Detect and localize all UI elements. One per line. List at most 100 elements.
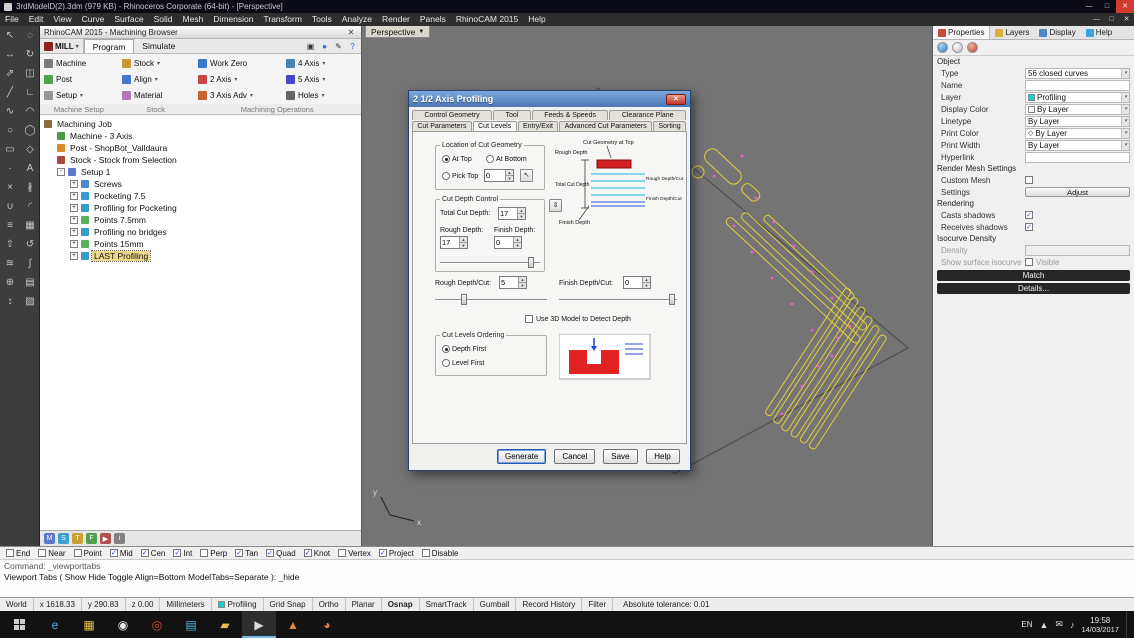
checkbox[interactable] xyxy=(338,549,347,557)
depth-first-radio[interactable]: Depth First xyxy=(442,345,486,353)
simulate-icon[interactable]: ▶ xyxy=(100,533,111,544)
minimize-button[interactable]: — xyxy=(1080,0,1098,13)
tree-item[interactable]: + Profiling for Pocketing xyxy=(40,202,361,214)
type-dropdown[interactable]: 56 closed curves ▾ xyxy=(1025,67,1130,79)
visible-checkbox[interactable] xyxy=(1025,258,1033,266)
ribbon-button[interactable]: 2 Axis ▾ xyxy=(196,74,284,84)
status-toggle[interactable]: Record History xyxy=(516,598,583,611)
child-close-button[interactable]: ✕ xyxy=(1119,13,1134,26)
status-toggle[interactable]: Ortho xyxy=(313,598,346,611)
cancel-button[interactable]: Cancel xyxy=(554,448,596,464)
current-layer[interactable]: Profiling xyxy=(212,598,264,611)
osnap-toggle[interactable]: Perp xyxy=(200,549,227,558)
media-player-icon[interactable]: ▶ xyxy=(242,611,276,638)
volume-icon[interactable]: ♪ xyxy=(1070,620,1075,630)
array-tool-icon[interactable]: ▦ xyxy=(20,216,40,235)
tree-expander[interactable]: + xyxy=(70,252,78,260)
ellipse-tool-icon[interactable]: ◯ xyxy=(20,121,40,140)
tree-item[interactable]: + Points 15mm xyxy=(40,238,361,250)
dimension-tool-icon[interactable]: ↕ xyxy=(0,292,20,311)
extrude-tool-icon[interactable]: ⇧ xyxy=(0,235,20,254)
menu-item[interactable]: RhinoCAM 2015 xyxy=(451,13,523,26)
custom-mesh-checkbox[interactable] xyxy=(1025,176,1033,184)
checkbox[interactable]: ✓ xyxy=(173,549,182,557)
dialog-tab[interactable]: Clearance Plane xyxy=(609,110,686,120)
total-depth-input[interactable] xyxy=(499,208,517,219)
menu-item[interactable]: Edit xyxy=(24,13,49,26)
menu-item[interactable]: Curve xyxy=(77,13,110,26)
polygon-tool-icon[interactable]: ◇ xyxy=(20,140,40,159)
rough-depth-input[interactable] xyxy=(441,237,459,248)
receives-shadows-checkbox[interactable]: ✓ xyxy=(1025,223,1033,231)
rotate-tool-icon[interactable]: ↻ xyxy=(20,45,40,64)
tree-item[interactable]: Machining Job xyxy=(40,118,361,130)
trim-tool-icon[interactable]: × xyxy=(0,178,20,197)
browser-tab[interactable]: Program xyxy=(83,39,135,53)
toolpath-visibility-icon[interactable]: T xyxy=(72,533,83,544)
circle-tool-icon[interactable]: ○ xyxy=(0,121,20,140)
ribbon-button[interactable]: Material xyxy=(120,90,196,100)
opera-icon[interactable]: ◎ xyxy=(140,611,174,638)
menu-item[interactable]: Mesh xyxy=(178,13,209,26)
tree-item[interactable]: - Setup 1 xyxy=(40,166,361,178)
spinner[interactable]: ▲ ▼ xyxy=(459,237,467,248)
panel-tab[interactable]: Properties xyxy=(933,26,991,39)
layer-dropdown[interactable]: Profiling ▾ xyxy=(1025,91,1130,103)
osnap-toggle[interactable]: ✓ Int xyxy=(173,549,192,558)
info-icon[interactable]: i xyxy=(114,533,125,544)
fillet-tool-icon[interactable]: ◜ xyxy=(20,197,40,216)
level-first-radio[interactable]: Level First xyxy=(442,359,484,367)
details-button[interactable]: Details... xyxy=(937,283,1130,294)
dialog-tab[interactable]: Sorting xyxy=(653,121,687,131)
tree-expander[interactable]: + xyxy=(70,204,78,212)
split-tool-icon[interactable]: ∦ xyxy=(20,178,40,197)
revolve-tool-icon[interactable]: ↺ xyxy=(20,235,40,254)
tree-expander[interactable]: + xyxy=(70,240,78,248)
mill-module-button[interactable]: MILL ▾ xyxy=(40,39,84,53)
show-desktop-button[interactable] xyxy=(1126,611,1130,638)
close-icon[interactable]: ✕ xyxy=(666,93,686,105)
fixture-visibility-icon[interactable]: F xyxy=(86,533,97,544)
checkbox[interactable]: ✓ xyxy=(266,549,275,557)
ribbon-button[interactable]: 4 Axis ▾ xyxy=(284,58,364,68)
ribbon-button[interactable]: Align ▾ xyxy=(120,74,196,84)
language-indicator[interactable]: EN xyxy=(1021,620,1032,629)
text-tool-icon[interactable]: A xyxy=(20,159,40,178)
menu-item[interactable]: Dimension xyxy=(208,13,258,26)
spinner[interactable]: ▲ ▼ xyxy=(518,277,526,288)
status-toggle[interactable]: Osnap xyxy=(382,598,420,611)
status-toggle[interactable]: SmartTrack xyxy=(420,598,474,611)
finish-depth-input[interactable] xyxy=(495,237,513,248)
checkbox[interactable] xyxy=(6,549,14,557)
rectangle-tool-icon[interactable]: ▭ xyxy=(0,140,20,159)
tree-item[interactable]: Stock - Stock from Selection xyxy=(40,154,361,166)
menu-item[interactable]: Render xyxy=(377,13,415,26)
child-minimize-button[interactable]: — xyxy=(1089,13,1104,26)
osnap-toggle[interactable]: End xyxy=(6,549,30,558)
select-tool-icon[interactable]: ↖ xyxy=(0,26,20,45)
checkbox[interactable] xyxy=(200,549,209,557)
preferences-icon[interactable]: ✎ xyxy=(333,41,344,52)
pick-top-button[interactable]: ↖ xyxy=(520,169,533,182)
tree-item[interactable]: Machine - 3 Axis xyxy=(40,130,361,142)
status-toggle[interactable]: Gumball xyxy=(474,598,517,611)
status-toggle[interactable]: Filter xyxy=(582,598,614,611)
boolean-tool-icon[interactable]: ⊕ xyxy=(0,273,20,292)
polyline-tool-icon[interactable]: ∟ xyxy=(20,83,40,102)
browser-tab[interactable]: Simulate xyxy=(134,39,183,53)
close-button[interactable]: ✕ xyxy=(1116,0,1134,13)
menu-item[interactable]: Tools xyxy=(307,13,337,26)
menu-item[interactable]: Surface xyxy=(109,13,148,26)
ribbon-button[interactable]: Setup ▾ xyxy=(42,90,120,100)
finish-depth-cut-slider[interactable] xyxy=(559,294,677,305)
start-button[interactable] xyxy=(0,611,38,638)
dialog-tab[interactable]: Feeds & Speeds xyxy=(531,110,609,120)
menu-item[interactable]: View xyxy=(48,13,76,26)
slider-thumb[interactable] xyxy=(461,294,467,305)
ribbon-button[interactable]: Work Zero xyxy=(196,58,284,68)
cplane-indicator[interactable]: World xyxy=(0,598,34,611)
firefox-icon[interactable]: ◕ xyxy=(310,611,344,638)
loft-tool-icon[interactable]: ≋ xyxy=(0,254,20,273)
linetype-dropdown[interactable]: By Layer ▾ xyxy=(1025,115,1130,127)
lasso-tool-icon[interactable]: ◌ xyxy=(20,26,40,45)
